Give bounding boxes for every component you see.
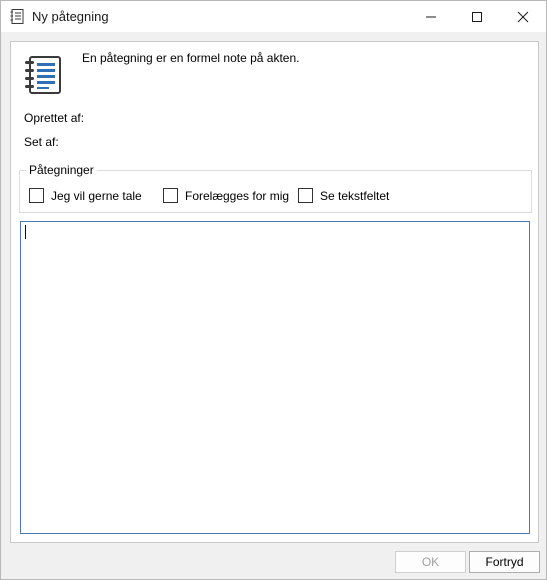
annotations-legend: Påtegninger xyxy=(26,163,97,177)
checkbox-box[interactable] xyxy=(163,188,178,203)
maximize-icon xyxy=(472,12,482,22)
note-textarea[interactable] xyxy=(20,221,530,534)
minimize-icon xyxy=(426,16,436,18)
cancel-button[interactable]: Fortryd xyxy=(469,551,540,573)
text-caret xyxy=(25,225,26,239)
checkbox-label: Se tekstfeltet xyxy=(320,189,390,203)
notebook-icon xyxy=(10,9,24,24)
content-panel: En påtegning er en formel note på akten.… xyxy=(10,41,539,543)
created-by-label: Oprettet af: xyxy=(24,111,85,125)
title-bar: Ny påtegning xyxy=(1,1,546,32)
close-button[interactable] xyxy=(500,1,546,32)
checkbox-box[interactable] xyxy=(298,188,313,203)
checkbox-label: Jeg vil gerne tale xyxy=(51,189,142,203)
maximize-button[interactable] xyxy=(454,1,500,32)
minimize-button[interactable] xyxy=(408,1,454,32)
annotations-group: Påtegninger Jeg vil gerne tale Forelægge… xyxy=(19,163,532,213)
window-title: Ny påtegning xyxy=(32,9,109,24)
dialog-window: Ny påtegning En påtegning er en formel n… xyxy=(0,0,547,580)
checkbox-label: Forelægges for mig xyxy=(185,189,290,203)
seen-by-label: Set af: xyxy=(24,135,59,149)
checkbox-box[interactable] xyxy=(29,188,44,203)
info-text: En påtegning er en formel note på akten. xyxy=(82,51,300,65)
close-icon xyxy=(517,11,529,23)
ok-button[interactable]: OK xyxy=(395,551,466,573)
notepad-icon xyxy=(24,55,62,95)
